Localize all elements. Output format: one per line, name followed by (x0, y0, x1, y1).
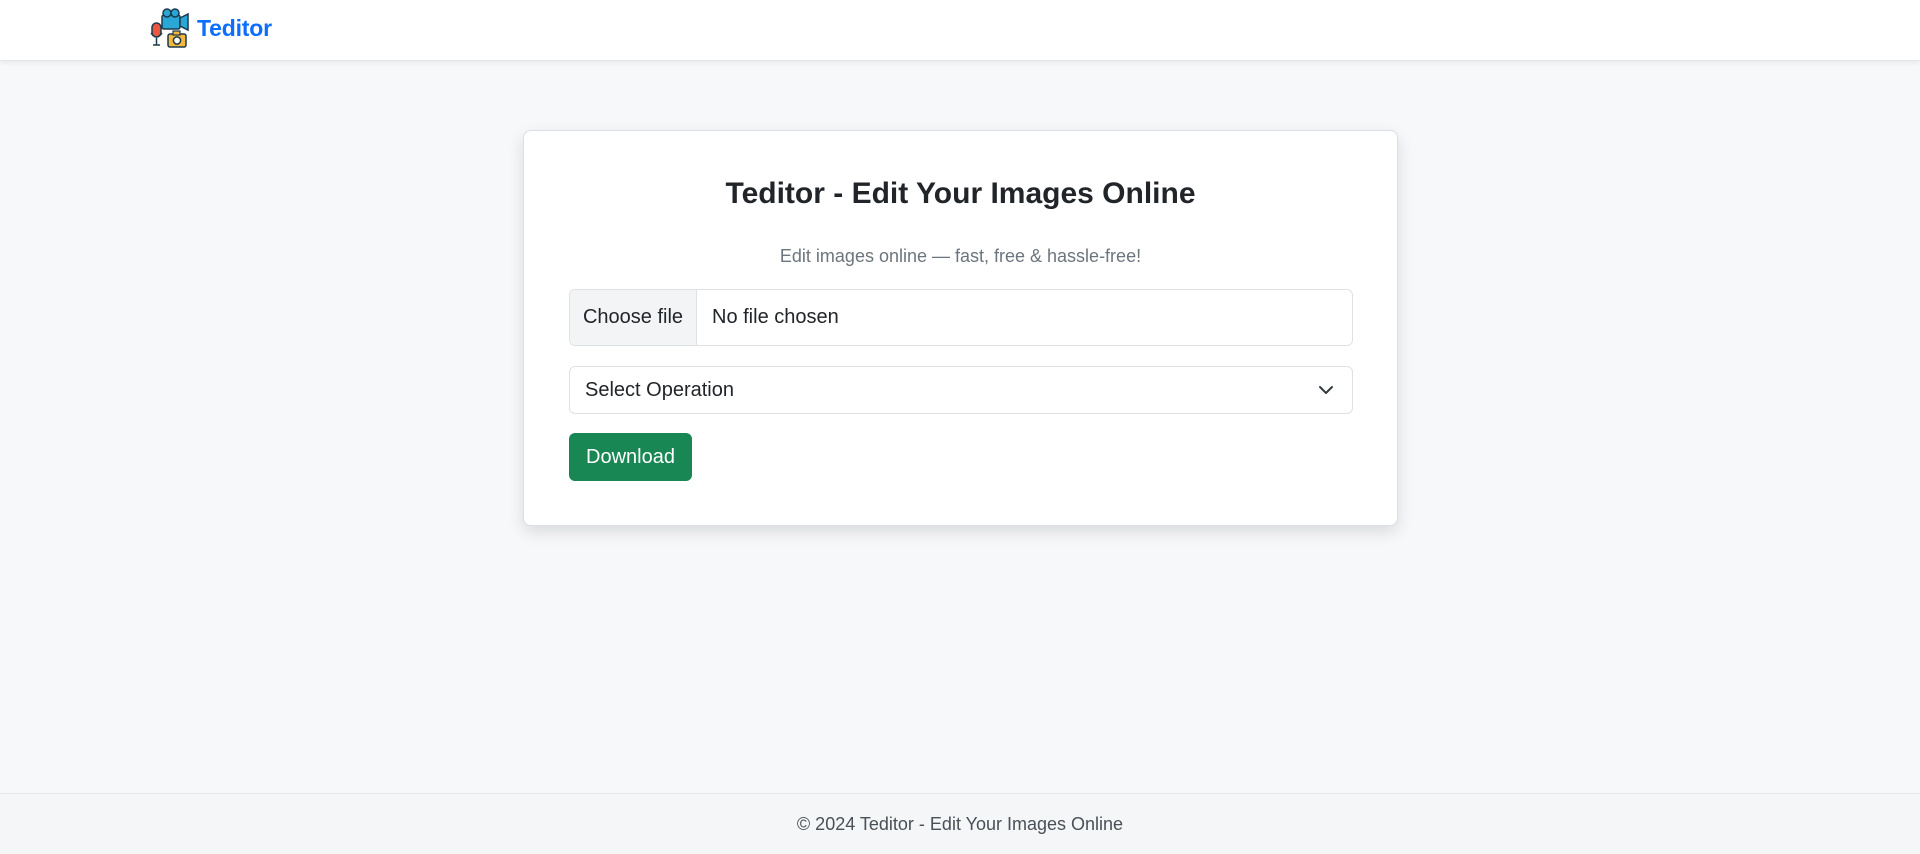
operation-select[interactable]: Select Operation (569, 366, 1353, 414)
operation-select-value: Select Operation (585, 378, 734, 401)
page-title: Teditor - Edit Your Images Online (725, 177, 1196, 210)
download-button[interactable]: Download (569, 433, 692, 481)
choose-file-button[interactable]: Choose file (570, 290, 697, 345)
file-input[interactable]: Choose file No file chosen (569, 289, 1353, 346)
brand-name: Teditor (197, 14, 272, 41)
brand-link[interactable]: Teditor (150, 7, 272, 49)
footer: © 2024 Teditor - Edit Your Images Online (0, 793, 1920, 854)
chevron-down-icon (1319, 386, 1333, 394)
file-status-text: No file chosen (712, 306, 839, 328)
footer-text: © 2024 Teditor - Edit Your Images Online (796, 813, 1124, 834)
page-subtitle: Edit images online — fast, free & hassle… (779, 246, 1142, 266)
navbar: Teditor (0, 0, 1920, 61)
editor-card: Teditor - Edit Your Images Online Edit i… (523, 130, 1398, 526)
camera-microphone-logo-icon (150, 8, 189, 48)
